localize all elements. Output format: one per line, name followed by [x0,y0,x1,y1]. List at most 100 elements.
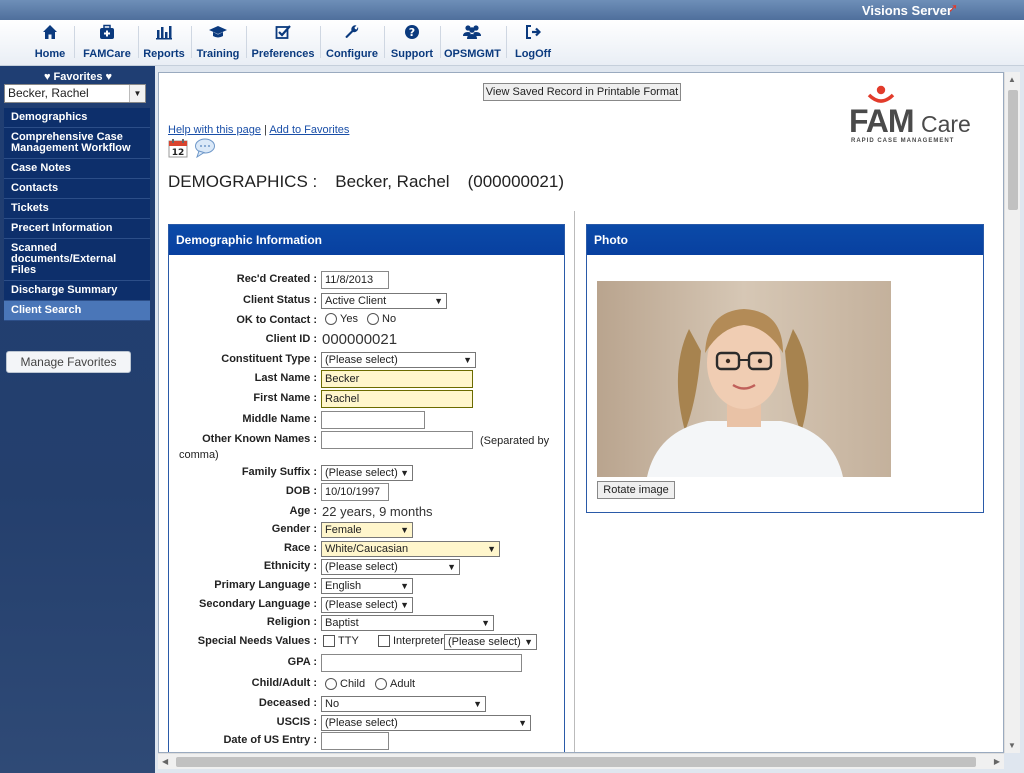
recd-created-field[interactable]: 11/8/2013 [321,271,389,289]
chevron-down-icon: ▼ [463,355,472,365]
gpa-field[interactable] [321,654,522,672]
printable-format-button[interactable]: View Saved Record in Printable Format [483,83,681,101]
client-id-value: 000000021 [322,331,398,348]
sidebar-item-client-search[interactable]: Client Search [4,301,150,321]
dob-label: DOB : [285,485,317,497]
horizontal-scroll-thumb[interactable] [176,757,976,767]
photo-section: Photo Rotate image [586,224,984,513]
manage-favorites-button[interactable]: Manage Favorites [6,351,131,373]
sidebar-item-case-management-workflow[interactable]: Comprehensive Case Management Workflow [4,128,150,159]
horizontal-scrollbar[interactable]: ◀ ▶ [158,753,1004,769]
race-select[interactable]: White/Caucasian ▼ [321,541,500,557]
sidebar-item-scanned-documents[interactable]: Scanned documents/External Files [4,239,150,281]
sidebar-item-precert-information[interactable]: Precert Information [4,219,150,239]
chevron-down-icon: ▼ [434,296,443,306]
other-names-label: Other Known Names : [202,433,317,445]
deceased-select[interactable]: No ▼ [321,696,486,712]
favorites-header: ♥ Favorites ♥ [43,71,113,83]
sidebar-item-contacts[interactable]: Contacts [4,179,150,199]
scroll-right-icon[interactable]: ▶ [994,757,1000,766]
menu-training[interactable]: Training [195,22,241,62]
client-select[interactable]: Becker, Rachel ▼ [4,84,146,103]
ok-contact-yes-radio[interactable]: Yes [325,313,358,326]
vertical-scroll-thumb[interactable] [1008,90,1018,210]
last-name-field[interactable]: Becker [321,370,473,388]
age-value: 22 years, 9 months [322,504,433,519]
constituent-type-select[interactable]: (Please select) ▼ [321,352,476,368]
constituent-type-label: Constituent Type : [221,353,317,365]
menu-home[interactable]: Home [33,22,67,62]
scroll-up-icon[interactable]: ▲ [1008,75,1016,84]
add-to-favorites-link[interactable]: Add to Favorites [269,124,349,136]
client-status-select[interactable]: Active Client ▼ [321,293,447,309]
home-icon [33,24,67,44]
menu-preferences[interactable]: Preferences [250,22,316,62]
rotate-image-button[interactable]: Rotate image [597,481,675,499]
scroll-left-icon[interactable]: ◀ [162,757,168,766]
middle-name-label: Middle Name : [242,413,317,425]
menu-logoff[interactable]: LogOff [513,22,553,62]
date-us-entry-label: Date of US Entry : [223,734,317,746]
religion-label: Religion : [266,616,317,628]
first-name-field[interactable]: Rachel [321,390,473,408]
chat-icon[interactable] [194,138,216,158]
sidebar: ♥ Favorites ♥ Becker, Rachel ▼ Demograph… [0,66,155,773]
help-link[interactable]: Help with this page [168,124,261,136]
client-photo [597,281,891,477]
interpreter-select[interactable]: (Please select) ▼ [444,634,537,650]
other-names-field[interactable] [321,431,473,449]
middle-name-field[interactable] [321,411,425,429]
chevron-down-icon: ▼ [400,600,409,610]
race-label: Race : [283,542,317,554]
gender-select[interactable]: Female ▼ [321,522,413,538]
ethnicity-select[interactable]: (Please select) ▼ [321,559,460,575]
secondary-language-select[interactable]: (Please select) ▼ [321,597,413,613]
scroll-down-icon[interactable]: ▼ [1008,741,1016,750]
chevron-down-icon: ▼ [447,562,456,572]
chevron-down-icon: ▼ [400,525,409,535]
gpa-label: GPA : [287,656,317,668]
sidebar-item-case-notes[interactable]: Case Notes [4,159,150,179]
dob-field[interactable]: 10/10/1997 [321,483,389,501]
photo-section-title: Photo [587,225,983,255]
sidebar-item-discharge-summary[interactable]: Discharge Summary [4,281,150,301]
adult-radio[interactable]: Adult [375,678,415,691]
main-content: View Saved Record in Printable Format FA… [158,72,1004,753]
vertical-scrollbar[interactable]: ▲ ▼ [1004,72,1020,753]
sidebar-item-tickets[interactable]: Tickets [4,199,150,219]
sign-out-icon [513,24,553,44]
menu-opsmgmt[interactable]: OPSMGMT [444,22,501,62]
gender-label: Gender : [271,523,317,535]
ok-contact-no-radio[interactable]: No [367,313,396,326]
uscis-label: USCIS : [276,716,317,728]
sidebar-item-demographics[interactable]: Demographics [4,108,150,128]
menu-configure[interactable]: Configure [325,22,379,62]
menu-famcare[interactable]: FAMCare [82,22,132,62]
question-icon: ? [389,24,435,44]
server-logo-icon: ➚ [947,1,958,15]
svg-text:12: 12 [172,148,185,158]
religion-select[interactable]: Baptist ▼ [321,615,494,631]
menu-reports[interactable]: Reports [142,22,186,62]
tty-checkbox[interactable]: TTY [323,635,359,648]
primary-language-select[interactable]: English ▼ [321,578,413,594]
users-icon [444,24,500,44]
demographics-section-title: Demographic Information [169,225,564,255]
family-suffix-select[interactable]: (Please select) ▼ [321,465,413,481]
chevron-down-icon: ▼ [487,544,496,554]
chevron-down-icon[interactable]: ▼ [129,85,145,102]
client-select-value: Becker, Rachel [8,86,89,100]
recd-created-label: Rec'd Created : [236,273,317,285]
last-name-label: Last Name : [254,372,317,384]
menu-support[interactable]: ? Support [389,22,435,62]
child-radio[interactable]: Child [325,678,365,691]
help-links: Help with this page | Add to Favorites [168,124,350,136]
date-us-entry-field[interactable] [321,732,389,750]
interpreter-checkbox[interactable]: Interpreter [378,635,444,648]
uscis-select[interactable]: (Please select) ▼ [321,715,531,731]
chevron-down-icon: ▼ [481,618,490,628]
calendar-icon[interactable]: 12 [168,138,188,158]
demographics-section: Demographic Information Rec'd Created : … [168,224,565,752]
family-suffix-label: Family Suffix : [241,466,317,478]
chevron-down-icon: ▼ [473,699,482,709]
